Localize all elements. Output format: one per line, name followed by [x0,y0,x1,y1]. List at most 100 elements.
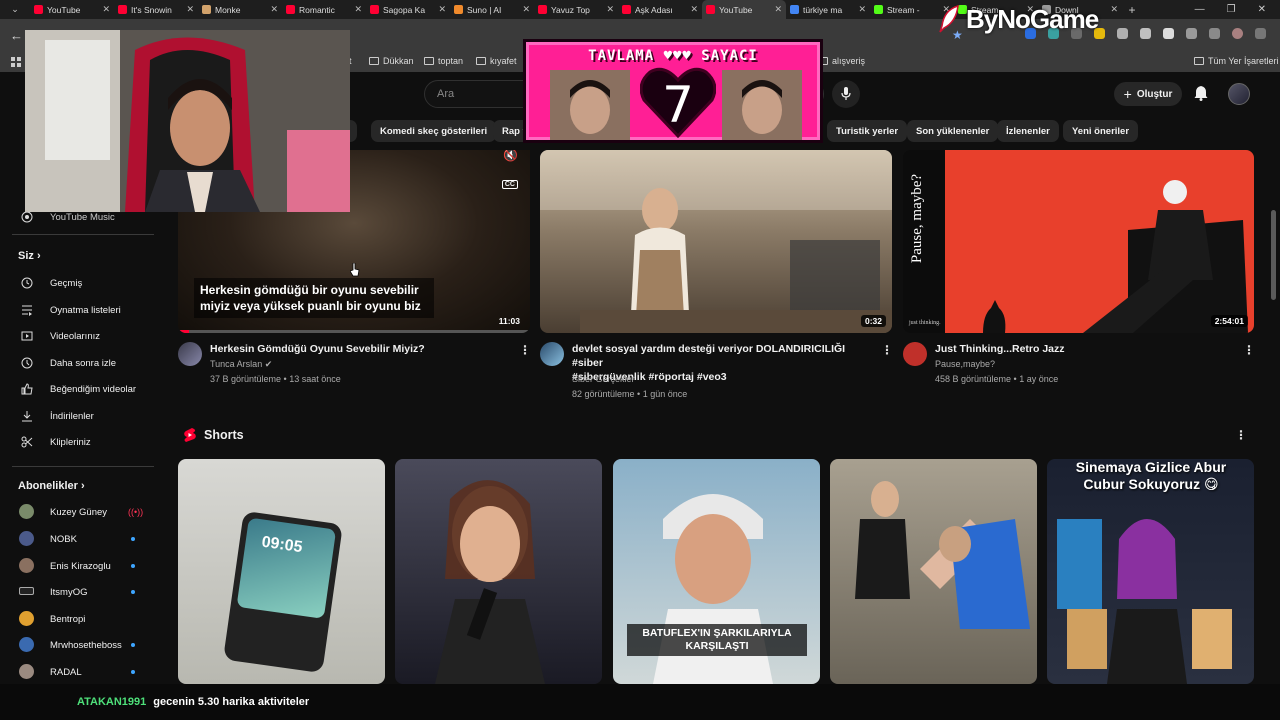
short-card[interactable]: Sinemaya Gizlice Abur Cubur Sokuyoruz 😋 [1047,459,1254,684]
voice-search-button[interactable] [832,80,860,108]
counter-face-image-left [550,70,630,140]
browser-tab[interactable]: Romantic ✕ [282,0,366,19]
closed-captions-icon[interactable]: CC [501,180,518,189]
sidebar-sub-nobk[interactable]: NOBK [0,528,160,550]
restore-icon[interactable]: ❐ [1227,4,1236,15]
tab-close-icon[interactable]: ✕ [186,4,194,15]
tab-close-icon[interactable]: ✕ [774,4,782,15]
tab-close-icon[interactable]: ✕ [438,4,446,15]
channel-name[interactable]: Tunca Arslan ✔ [210,357,272,371]
account-avatar[interactable] [1228,83,1250,105]
sidebar-item-liked-videos[interactable]: Beğendiğim videolar [0,378,160,400]
browser-tab[interactable]: Suno | AI ✕ [450,0,534,19]
notifications-button[interactable] [1192,84,1210,102]
media-icon[interactable] [1209,28,1220,39]
sidebar-sub-mrwhosetheboss[interactable]: Mrwhosetheboss [0,634,160,656]
short-card[interactable] [395,459,602,684]
progress-bar[interactable] [178,330,530,333]
tab-close-icon[interactable]: ✕ [522,4,530,15]
profile-icon[interactable] [1232,28,1243,39]
chip[interactable]: Yeni öneriler [1063,120,1139,142]
sidebar-item-playlists[interactable]: Oynatma listeleri [0,299,160,321]
channel-name[interactable]: Siber Gerçekler [572,372,635,386]
shield-icon[interactable] [1140,28,1151,39]
back-arrow-icon[interactable]: ← [10,28,23,43]
sidebar-subscriptions-header[interactable]: Abonelikler › [18,480,85,492]
extension-icon[interactable] [1117,28,1128,39]
browser-tab[interactable]: Sagopa Ka ✕ [366,0,450,19]
mouse-cursor-icon [350,263,360,277]
close-window-icon[interactable]: ✕ [1258,4,1266,15]
shorts-more-icon[interactable]: ⋮ [1235,428,1247,442]
all-bookmarks-folder[interactable]: Tüm Yer İşaretleri [1194,56,1279,66]
sidebar-sub-radal[interactable]: RADAL [0,661,160,683]
tab-title: Suno | AI [467,4,502,15]
sidebar-sub-bentropi[interactable]: Bentropi [0,608,160,630]
tab-close-icon[interactable]: ✕ [354,4,362,15]
tab-title: Romantic [299,4,335,15]
more-options-icon[interactable]: ⋮ [1243,343,1255,357]
sidebar-you-header[interactable]: Siz › [18,250,41,262]
channel-avatar [19,504,34,519]
more-options-icon[interactable]: ⋮ [519,343,531,357]
chip[interactable]: Komedi skeç gösterileri [371,120,497,142]
tab-search-chevron-icon[interactable]: ⌄ [0,0,30,19]
clock-icon [21,357,33,369]
chip[interactable]: Son yüklenenler [907,120,999,142]
browser-tab[interactable]: It's Snowin ✕ [114,0,198,19]
chip[interactable]: Turistik yerler [827,120,908,142]
browser-tab[interactable]: YouTube ✕ [30,0,114,19]
bookmark-folder-kiyafet[interactable]: kıyafet [476,56,517,66]
more-menu-icon[interactable] [1255,28,1266,39]
apps-grid-icon[interactable] [11,57,21,67]
mute-icon[interactable]: 🔇 [503,150,518,162]
short-overlay-text: BATUFLEX'IN ŞARKILARIYLA KARŞILAŞTI [627,624,807,656]
sidebar-item-watch-later[interactable]: Daha sonra izle [0,352,160,374]
browser-tab[interactable]: Aşk Adası ✕ [618,0,702,19]
sidebar-item-clips[interactable]: Klipleriniz [0,431,160,453]
video-thumbnail[interactable]: 0:32 [540,150,892,333]
channel-avatar [19,587,34,595]
page-scrollbar[interactable] [1271,210,1276,300]
create-button[interactable]: + Oluştur [1114,82,1182,106]
short-card[interactable]: BATUFLEX'IN ŞARKILARIYLA KARŞILAŞTI [613,459,820,684]
more-options-icon[interactable]: ⋮ [881,343,893,357]
streamer-webcam-image [25,30,350,212]
video-thumbnail[interactable]: Pause, maybe? just thinking. 2:54:01 [903,150,1254,333]
new-tab-button[interactable]: + [1122,3,1142,17]
browser-tab[interactable]: türkiye ma ✕ [786,0,870,19]
channel-avatar[interactable] [903,342,927,366]
tab-close-icon[interactable]: ✕ [270,4,278,15]
sidebar-item-history[interactable]: Geçmiş [0,272,160,294]
sidebar-sub-enis-kirazoglu[interactable]: Enis Kirazoglu [0,555,160,577]
sidebar-item-your-videos[interactable]: Videolarınız [0,325,160,347]
tab-close-icon[interactable]: ✕ [690,4,698,15]
history-icon [21,277,33,289]
tab-favicon-icon [874,5,883,14]
minimize-icon[interactable]: — [1195,4,1205,15]
browser-tab[interactable]: Monke ✕ [198,0,282,19]
folder-icon [369,57,379,65]
sidebar-item-downloads[interactable]: İndirilenler [0,405,160,427]
bookmark-folder-toptan[interactable]: toptan [424,56,463,66]
tab-close-icon[interactable]: ✕ [102,4,110,15]
tab-close-icon[interactable]: ✕ [606,4,614,15]
bookmark-folder-dukkan[interactable]: Dükkan [369,56,414,66]
video-title[interactable]: Herkesin Gömdüğü Oyunu Sevebilir Miyiz? [210,342,520,356]
browser-tab[interactable]: YouTube ✕ [702,0,786,19]
tab-close-icon[interactable]: ✕ [858,4,866,15]
bookmark-folder-alisveris[interactable]: alışveriş [818,56,865,66]
channel-name[interactable]: Pause,maybe? [935,357,995,371]
puzzle-icon[interactable] [1186,28,1197,39]
channel-avatar[interactable] [540,342,564,366]
sidebar-sub-kuzey-guney[interactable]: Kuzey Güney ((•)) [0,501,160,523]
shorts-section-header: Shorts [184,428,244,442]
video-title[interactable]: Just Thinking...Retro Jazz [935,342,1235,356]
sidebar-sub-itsmyog[interactable]: ItsmyOG [0,581,160,603]
browser-tab[interactable]: Yavuz Top ✕ [534,0,618,19]
channel-avatar[interactable] [178,342,202,366]
short-card[interactable]: 09:05 [178,459,385,684]
extension-icon[interactable] [1163,28,1174,39]
chip[interactable]: İzlenenler [997,120,1059,142]
short-card[interactable] [830,459,1037,684]
